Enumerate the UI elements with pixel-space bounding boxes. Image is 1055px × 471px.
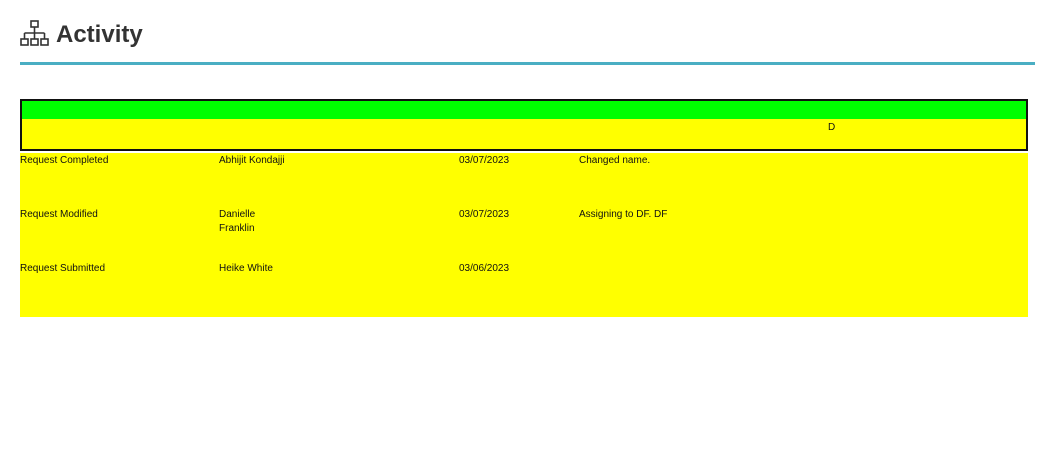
user-cell: Heike White bbox=[219, 263, 273, 274]
org-chart-icon bbox=[20, 20, 50, 50]
note-cell: Assigning to DF. DF bbox=[579, 209, 668, 220]
event-cell: Request Completed bbox=[20, 155, 109, 166]
date-cell: 03/06/2023 bbox=[459, 263, 510, 274]
table-row: Request Completed Abhijit Kondajji 03/07… bbox=[20, 153, 1028, 207]
event-cell: Request Modified bbox=[20, 209, 98, 220]
table-row: Request Modified Danielle Franklin 03/07… bbox=[20, 207, 1028, 261]
page-header: Activity bbox=[20, 18, 143, 52]
date-cell: 03/07/2023 bbox=[459, 209, 510, 220]
column-label-d: D bbox=[828, 122, 836, 133]
table-row: Request Submitted Heike White 03/06/2023 bbox=[20, 261, 1028, 315]
note-cell: Changed name. bbox=[579, 155, 651, 166]
header-divider bbox=[20, 62, 1035, 65]
header-yellow-band bbox=[22, 119, 1026, 149]
activity-table-header: D bbox=[20, 99, 1028, 151]
activity-page: Activity D Request Completed Abhijit Kon… bbox=[0, 0, 1055, 471]
user-cell: Abhijit Kondajji bbox=[219, 155, 285, 166]
user-cell: Danielle Franklin bbox=[219, 209, 256, 234]
event-cell: Request Submitted bbox=[20, 263, 106, 274]
page-title: Activity bbox=[56, 21, 143, 48]
activity-rows: Request Completed Abhijit Kondajji 03/07… bbox=[20, 153, 1028, 317]
header-green-band bbox=[22, 101, 1026, 119]
date-cell: 03/07/2023 bbox=[459, 155, 510, 166]
